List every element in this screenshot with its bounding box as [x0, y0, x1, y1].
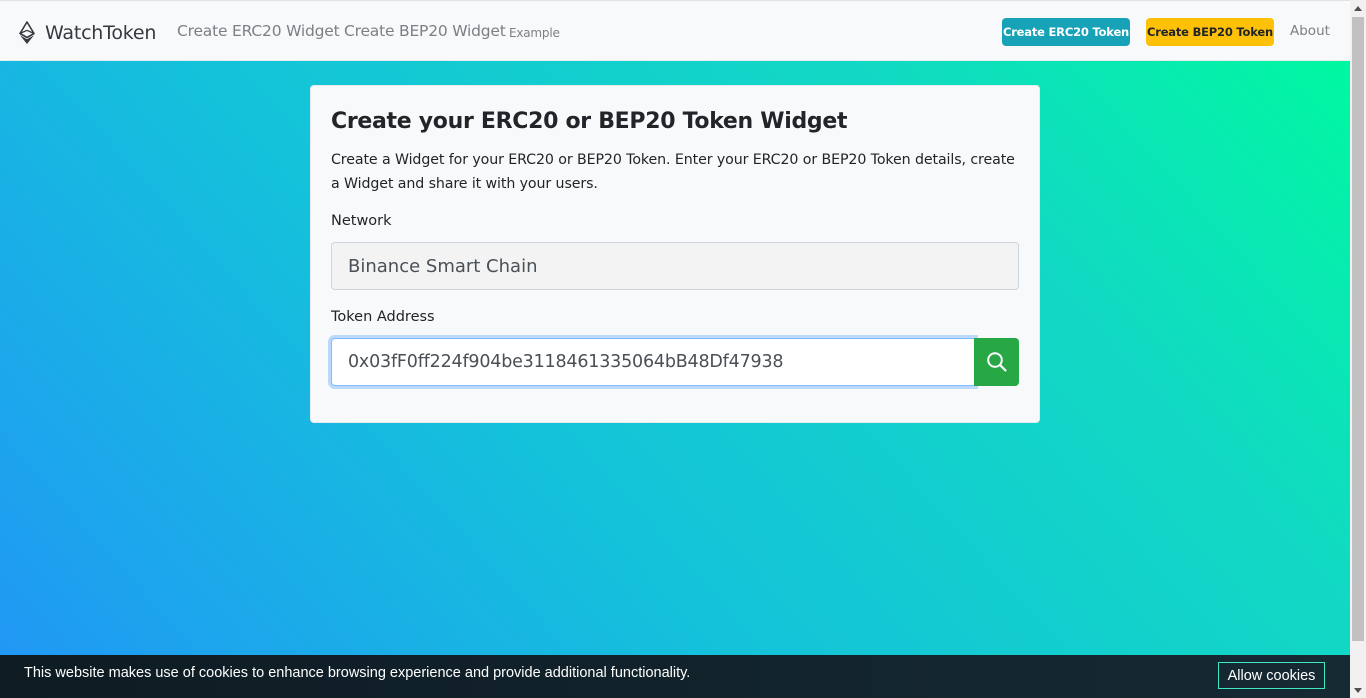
nav-create-bep20-widget[interactable]: Create BEP20 Widget	[344, 22, 506, 40]
search-icon	[986, 352, 1007, 372]
allow-cookies-button[interactable]: Allow cookies	[1218, 662, 1325, 689]
scrollbar-thumb[interactable]	[1352, 17, 1364, 641]
card-title: Create your ERC20 or BEP20 Token Widget	[331, 109, 848, 134]
nav-example[interactable]: Example	[509, 26, 560, 40]
network-select[interactable]: Binance Smart Chain	[331, 242, 1019, 290]
create-erc20-token-button[interactable]: Create ERC20 Token	[1002, 18, 1130, 46]
widget-form-card: Create your ERC20 or BEP20 Token Widget …	[310, 85, 1040, 423]
card-description: Create a Widget for your ERC20 or BEP20 …	[331, 152, 1015, 192]
search-button[interactable]	[974, 338, 1019, 386]
cookie-message: This website makes use of cookies to enh…	[24, 665, 691, 681]
network-select-value: Binance Smart Chain	[348, 255, 538, 277]
create-bep20-token-button[interactable]: Create BEP20 Token	[1146, 18, 1274, 46]
nav-create-erc20-widget[interactable]: Create ERC20 Widget	[177, 22, 340, 40]
token-address-input[interactable]	[331, 338, 975, 386]
nav-about[interactable]: About	[1290, 23, 1330, 39]
scroll-down-arrow-icon[interactable]	[1350, 682, 1366, 698]
brand[interactable]: WatchToken	[18, 21, 156, 45]
brand-name: WatchToken	[45, 22, 157, 44]
scroll-up-arrow-icon[interactable]	[1350, 0, 1366, 16]
scrollbar[interactable]	[1350, 0, 1366, 698]
hero-background: Create your ERC20 or BEP20 Token Widget …	[0, 61, 1350, 698]
network-label: Network	[331, 213, 392, 229]
token-address-label: Token Address	[331, 309, 435, 325]
cookie-banner: This website makes use of cookies to enh…	[0, 655, 1350, 698]
ethereum-icon	[19, 21, 35, 44]
navbar: WatchToken Create ERC20 Widget Create BE…	[0, 0, 1350, 61]
page: Create your ERC20 or BEP20 Token Widget …	[0, 0, 1350, 698]
